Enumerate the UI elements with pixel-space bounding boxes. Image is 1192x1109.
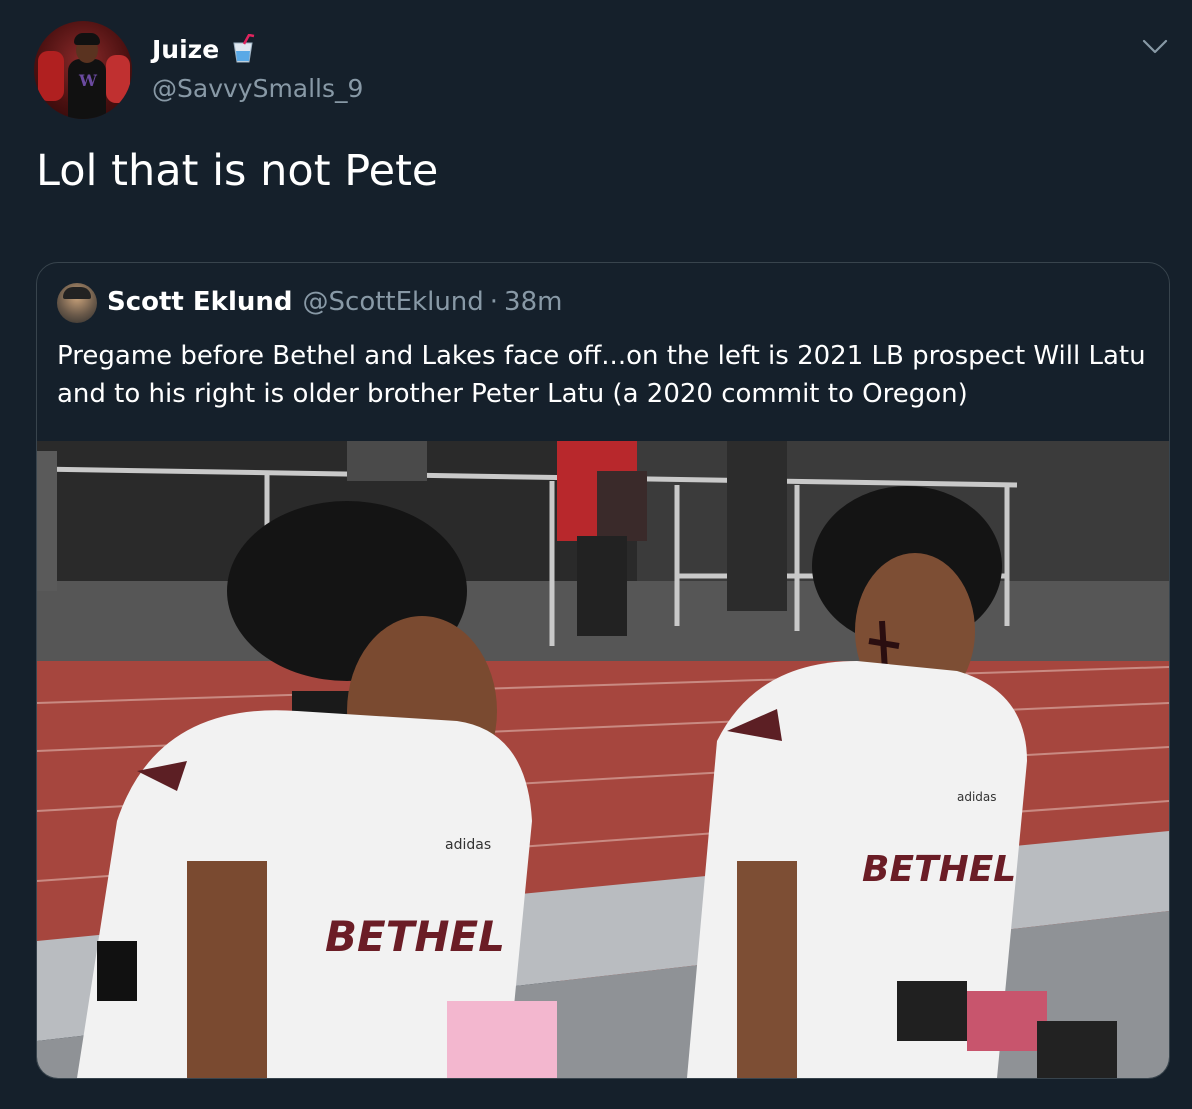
- quoted-display-name[interactable]: Scott Eklund: [107, 287, 293, 317]
- tweet-card: W Juize @SavvySmalls_9 Lol that is not P…: [0, 0, 1192, 1109]
- jersey-text-right: BETHEL: [862, 849, 1016, 890]
- author-name-row: Juize: [152, 33, 257, 64]
- avatar-bg-figure: [38, 51, 64, 101]
- quoted-author-avatar[interactable]: [57, 283, 97, 323]
- separator-dot: ·: [489, 287, 499, 317]
- avatar-logo: W: [79, 71, 97, 90]
- quoted-tweet[interactable]: Scott Eklund @ScottEklund · 38m Pregame …: [36, 262, 1170, 1079]
- chevron-down-icon[interactable]: [1140, 34, 1170, 58]
- avatar-bg-figure: [106, 55, 130, 103]
- quoted-timestamp[interactable]: 38m: [504, 287, 562, 317]
- cup-with-straw-icon: [229, 33, 257, 64]
- author-handle[interactable]: @SavvySmalls_9: [152, 74, 363, 103]
- author-display-name[interactable]: Juize: [152, 35, 219, 64]
- avatar-hair: [74, 33, 100, 45]
- jersey-text-left: BETHEL: [325, 912, 505, 961]
- avatar-cap: [63, 287, 91, 299]
- quoted-tweet-text: Pregame before Bethel and Lakes face off…: [57, 341, 1146, 409]
- tweet-text: Lol that is not Pete: [36, 146, 439, 196]
- quoted-tweet-header: Scott Eklund @ScottEklund · 38m: [107, 287, 562, 317]
- brand-text-right: adidas: [957, 790, 997, 804]
- brand-text-left: adidas: [445, 837, 491, 853]
- quoted-handle[interactable]: @ScottEklund: [303, 287, 484, 317]
- quoted-tweet-photo[interactable]: BETHEL adidas BETHEL adidas: [37, 441, 1169, 1078]
- author-avatar[interactable]: W: [34, 21, 132, 119]
